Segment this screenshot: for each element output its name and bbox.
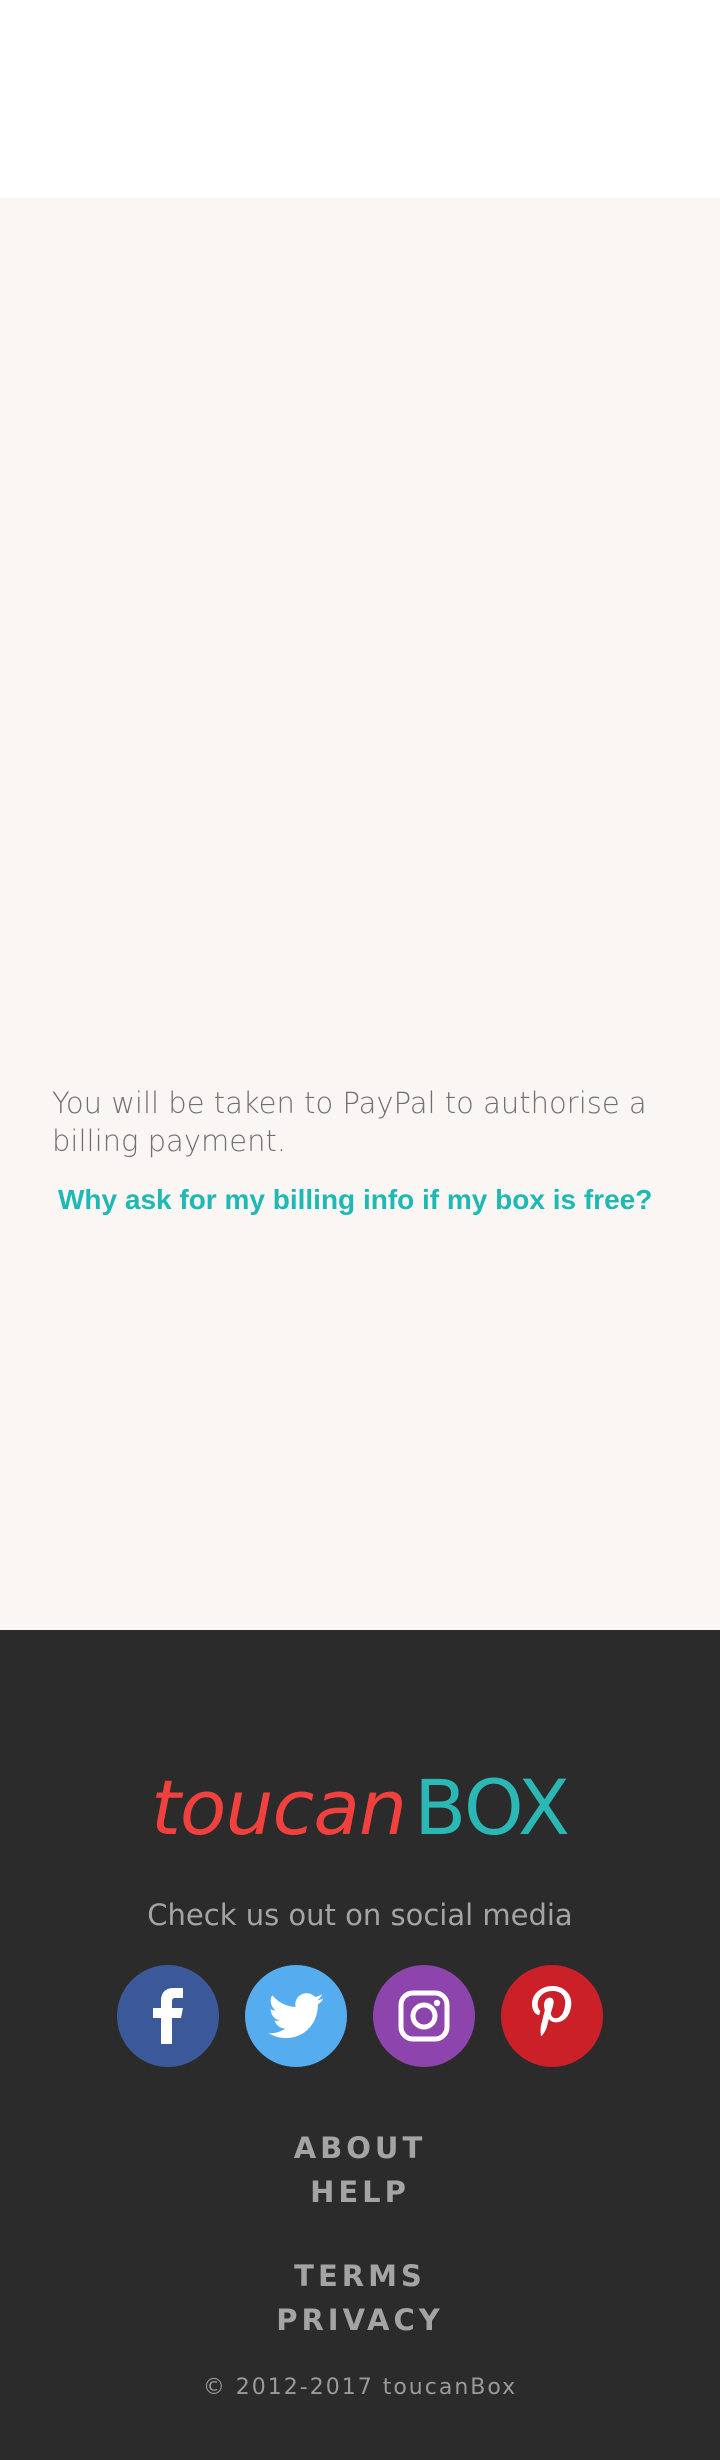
pinterest-link[interactable] bbox=[501, 1965, 603, 2067]
help-link[interactable]: HELP bbox=[0, 2170, 720, 2214]
social-links bbox=[117, 1965, 603, 2067]
pinterest-icon bbox=[532, 1986, 572, 2037]
terms-link[interactable]: TERMS bbox=[0, 2254, 720, 2298]
footer: toucanBOX Check us out on social media bbox=[0, 1630, 720, 2460]
about-link[interactable]: ABOUT bbox=[0, 2126, 720, 2170]
footer-links-group2: TERMS PRIVACY bbox=[0, 2254, 720, 2342]
facebook-icon bbox=[153, 1988, 183, 2044]
logo-box-text: BOX bbox=[414, 1763, 570, 1852]
logo-toucan-text: toucan bbox=[151, 1763, 407, 1852]
instagram-link[interactable] bbox=[373, 1965, 475, 2067]
paypal-notice: You will be taken to PayPal to authorise… bbox=[52, 1086, 647, 1158]
twitter-icon bbox=[268, 1993, 324, 2039]
main-content: You will be taken to PayPal to authorise… bbox=[0, 198, 720, 1630]
footer-links-group1: ABOUT HELP bbox=[0, 2126, 720, 2214]
top-header-area bbox=[0, 0, 720, 198]
facebook-link[interactable] bbox=[117, 1965, 219, 2067]
toucanbox-logo[interactable]: toucan BOX bbox=[0, 1763, 720, 1853]
social-heading: Check us out on social media bbox=[147, 1898, 573, 1932]
instagram-icon bbox=[398, 1990, 450, 2042]
copyright: © 2012-2017 toucanBox bbox=[202, 2375, 518, 2400]
billing-info-faq-link[interactable]: Why ask for my billing info if my box is… bbox=[58, 1184, 652, 1216]
privacy-link[interactable]: PRIVACY bbox=[0, 2298, 720, 2342]
twitter-link[interactable] bbox=[245, 1965, 347, 2067]
